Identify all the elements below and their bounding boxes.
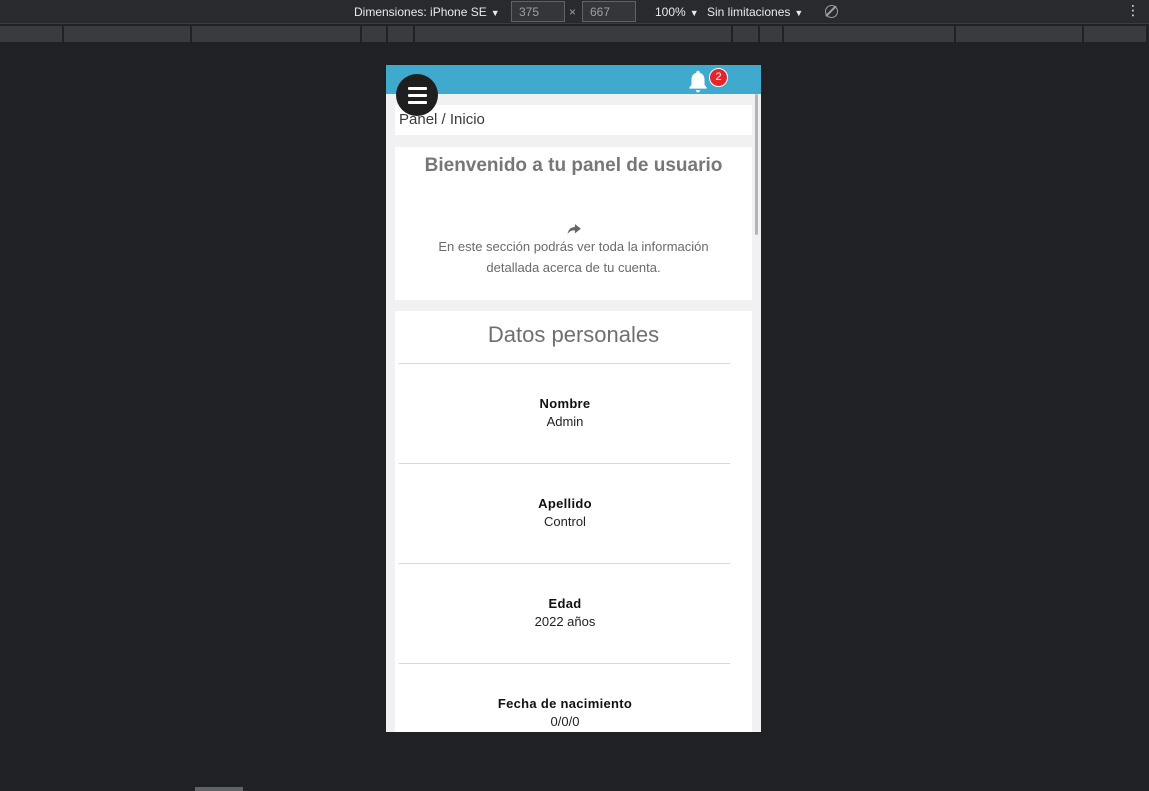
share-icon [567,224,581,235]
field-nombre: Nombre Admin [395,396,735,429]
drawer-handle[interactable] [195,787,243,791]
rotate-icon[interactable] [825,5,838,18]
caret-down-icon: ▼ [794,8,804,18]
field-label: Nombre [539,396,591,411]
kebab-icon[interactable]: ⋮ [1126,2,1140,19]
device-height-input[interactable]: 667 [582,1,636,22]
media-query-segment[interactable] [0,26,62,42]
field-apellido: Apellido Control [395,496,735,529]
media-query-segment[interactable] [733,26,758,42]
media-query-segment[interactable] [64,26,190,42]
field-label: Fecha de nacimiento [497,696,633,711]
field-value: 0/0/0 [550,714,580,729]
field-value: Admin [546,414,584,429]
bell-icon[interactable] [685,68,711,94]
menu-icon[interactable] [396,74,438,116]
welcome-text: En este sección podrás ver toda la infor… [438,239,709,275]
media-query-segment[interactable] [784,26,954,42]
welcome-title: Bienvenido a tu panel de usuario [424,155,723,176]
divider [399,363,730,364]
media-query-segment[interactable] [760,26,782,42]
personal-data-card: Datos personales Nombre Admin Apellido C… [395,311,752,732]
media-query-segment[interactable] [956,26,1082,42]
caret-down-icon: ▼ [490,8,500,18]
media-query-bar [0,26,1149,42]
field-value: 2022 años [534,614,596,629]
field-fecha-nacimiento: Fecha de nacimiento 0/0/0 [395,696,735,729]
throttling-label: Sin limitaciones [707,5,791,19]
divider [399,463,730,464]
divider [399,563,730,564]
field-edad: Edad 2022 años [395,596,735,629]
devtools-device-toolbar: Dimensiones: iPhone SE ▼ 375 × 667 100% ▼ … [0,0,1149,24]
divider [399,663,730,664]
device-selector[interactable]: Dimensiones: iPhone SE ▼ [354,5,500,19]
media-query-segment[interactable] [192,26,360,42]
throttling-selector[interactable]: Sin limitaciones ▼ [707,5,803,19]
media-query-segment[interactable] [415,26,731,42]
device-label: Dimensiones: iPhone SE [354,5,487,19]
media-query-segment[interactable] [388,26,413,42]
zoom-selector[interactable]: 100% ▼ [655,5,699,19]
times-sign: × [569,5,577,19]
field-value: Control [544,514,586,529]
media-query-segment[interactable] [362,26,386,42]
personal-data-title: Datos personales [487,322,660,347]
media-query-segment[interactable] [1084,26,1146,42]
scrollbar[interactable] [755,94,758,235]
notification-badge: 2 [709,68,728,87]
zoom-label: 100% [655,5,686,19]
device-width-input[interactable]: 375 [511,1,565,22]
device-viewport: 2 Panel / Inicio Bienvenido a tu panel d… [386,65,761,732]
field-label: Apellido [538,496,592,511]
breadcrumb: Panel / Inicio [395,105,752,135]
welcome-card: Bienvenido a tu panel de usuario En este… [395,147,752,300]
caret-down-icon: ▼ [689,8,699,18]
field-label: Edad [548,596,582,611]
